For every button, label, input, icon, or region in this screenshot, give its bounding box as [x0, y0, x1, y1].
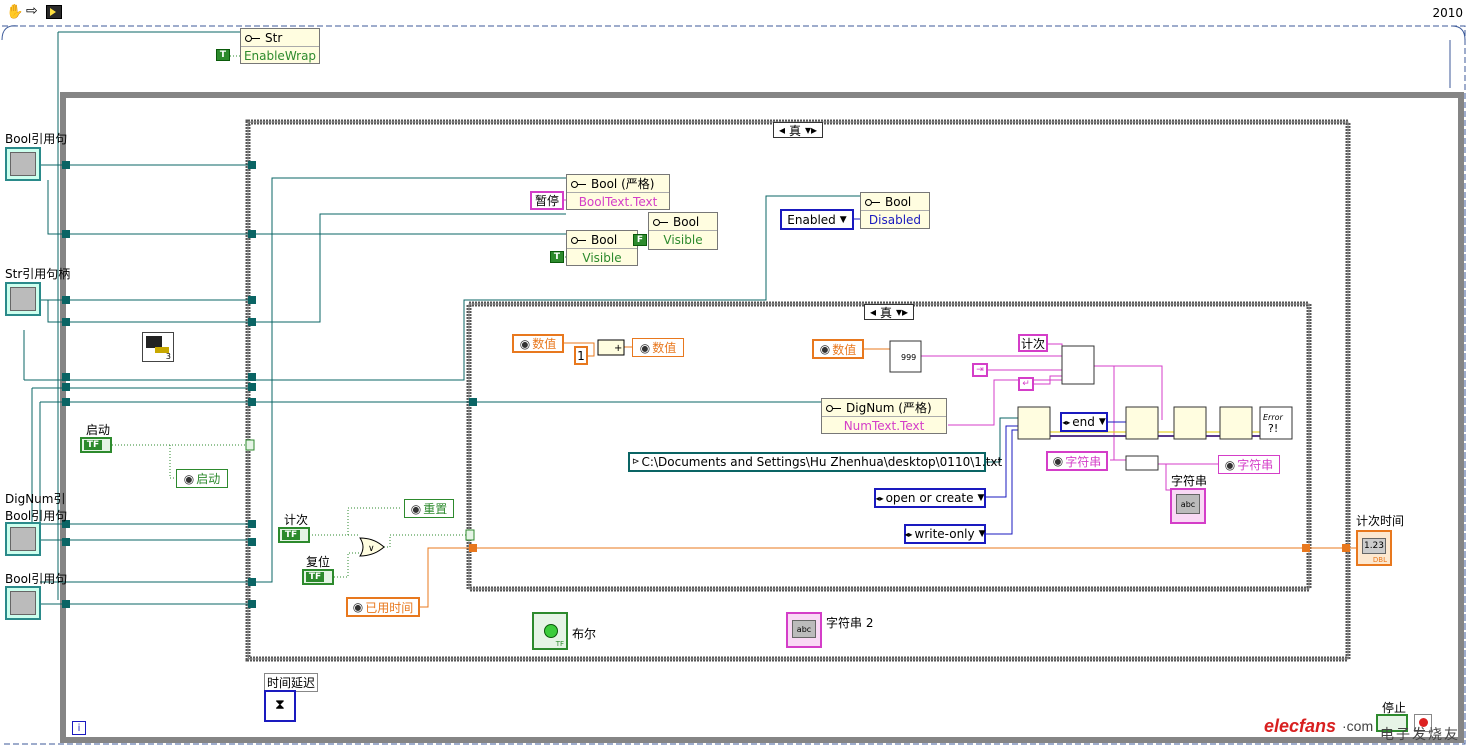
count-string-constant[interactable]: 计次 [1018, 334, 1048, 352]
dropdown-arrow-icon[interactable]: ▼ [979, 529, 986, 539]
key-icon [865, 198, 881, 206]
elapsed-time-local[interactable]: ◉ 已用时间 [346, 597, 420, 617]
abc-icon: abc [796, 624, 812, 634]
left-arrow-icon[interactable]: ◂ [870, 305, 876, 319]
start-terminal[interactable]: TF [80, 437, 112, 453]
count-time-label: 计次时间 [1356, 514, 1405, 528]
true-constant[interactable]: T [216, 49, 230, 61]
value-local-write[interactable]: ◉ 数值 [632, 338, 684, 357]
enabled-enum-constant[interactable]: Enabled ▼ [780, 209, 854, 230]
svg-text:Error: Error [1263, 413, 1284, 422]
bool-ref3-terminal[interactable] [5, 586, 41, 620]
dignum-ref-label: DigNum引 [5, 492, 66, 506]
true-constant-2[interactable]: T [550, 251, 564, 263]
bool-visible-property-node-2[interactable]: Bool Visible [566, 230, 638, 266]
count-terminal[interactable]: TF [278, 527, 310, 543]
value-local-read[interactable]: ◉ 数值 [512, 334, 564, 353]
svg-text:?!: ?! [1268, 422, 1278, 435]
bool-ref1-terminal[interactable] [5, 147, 41, 181]
subvi-icon[interactable]: 3 [142, 332, 174, 362]
str-property-node[interactable]: Str EnableWrap [240, 28, 320, 64]
globe-icon: ◉ [639, 340, 651, 355]
count-time-indicator[interactable]: 1.23 DBL [1356, 530, 1392, 566]
hourglass-icon: ⧗ [275, 697, 285, 713]
bool-ref2-terminal[interactable] [5, 522, 41, 556]
eol-constant[interactable]: ↵ [1018, 377, 1034, 391]
bool-ref1-label: Bool引用句 [5, 132, 68, 146]
bool-indicator[interactable]: TF [532, 612, 568, 650]
open-mode-enum[interactable]: ◂▸ open or create ▼ [874, 488, 986, 508]
time-delay-node[interactable]: ⧗ [264, 690, 296, 722]
dropdown-arrow-icon[interactable]: ▾▸ [805, 123, 817, 137]
string2-label: 字符串 2 [826, 616, 874, 630]
string-local-write[interactable]: ◉ 字符串 [1218, 455, 1280, 474]
inner-case-selector[interactable]: ◂ 真 ▾▸ [864, 304, 914, 320]
path-icon: ⊳ [632, 457, 640, 467]
globe-icon: ◉ [352, 600, 364, 614]
str-ref-label: Str引用句柄 [5, 267, 71, 281]
key-icon [826, 404, 842, 412]
bool-visible-property-node[interactable]: Bool Visible [648, 212, 718, 250]
globe-icon: ◉ [1052, 454, 1064, 468]
numeric-icon: 1.23 [1363, 541, 1385, 551]
globe-icon: ◉ [819, 342, 831, 356]
bool-indicator-label: 布尔 [572, 627, 597, 641]
dropdown-arrow-icon[interactable]: ▼ [1099, 417, 1106, 427]
dropdown-arrow-icon[interactable]: ▾▸ [896, 305, 908, 319]
block-diagram: ∨ + 999 Error ?! [1, 25, 1466, 745]
bool-ref3-label: Bool引用句 [5, 572, 68, 586]
abc-icon: abc [1180, 499, 1196, 509]
string-indicator-label: 字符串 [1171, 474, 1208, 488]
one-numeric-constant[interactable]: 1 [574, 346, 588, 365]
key-icon [571, 236, 587, 244]
dropdown-arrow-icon[interactable]: ▼ [978, 493, 985, 503]
globe-icon: ◉ [183, 471, 195, 486]
key-icon [653, 218, 669, 226]
globe-icon: ◉ [410, 501, 422, 516]
string2-indicator[interactable]: abc [786, 612, 822, 648]
end-enum-constant[interactable]: ◂▸ end ▼ [1060, 412, 1108, 432]
svg-text:+: + [614, 343, 622, 354]
bool-disabled-property-node[interactable]: Bool Disabled [860, 192, 930, 229]
start-local[interactable]: ◉ 启动 [176, 469, 228, 488]
access-enum[interactable]: ◂▸ write-only ▼ [904, 524, 986, 544]
dignum-strict-property-node[interactable]: DigNum (严格) NumText.Text [821, 398, 947, 434]
enum-icon: ◂▸ [904, 529, 913, 539]
svg-text:999: 999 [901, 353, 916, 362]
str-ref-terminal[interactable] [5, 282, 41, 316]
value-local-read-2[interactable]: ◉ 数值 [812, 339, 864, 359]
reset-label: 复位 [306, 555, 331, 569]
globe-icon: ◉ [519, 336, 531, 351]
false-constant[interactable]: F [633, 234, 647, 246]
tab-constant[interactable]: ⇥ [972, 363, 988, 377]
dropdown-arrow-icon[interactable]: ▼ [840, 215, 847, 225]
key-icon [571, 180, 587, 188]
enum-icon: ◂▸ [1062, 417, 1071, 427]
string-local-read[interactable]: ◉ 字符串 [1046, 451, 1108, 471]
start-label: 启动 [86, 423, 111, 437]
pause-string-constant[interactable]: 暂停 [530, 191, 564, 210]
tab-icon: ⇥ [976, 365, 984, 375]
file-path-constant[interactable]: ⊳ C:\Documents and Settings\Hu Zhenhua\de… [628, 452, 1002, 472]
iteration-terminal: i [72, 721, 86, 735]
bool-strict-property-node[interactable]: Bool (严格) BoolText.Text [566, 174, 670, 210]
count-label: 计次 [284, 513, 309, 527]
return-icon: ↵ [1022, 379, 1030, 389]
globe-icon: ◉ [1224, 457, 1236, 472]
reset-local[interactable]: ◉ 重置 [404, 499, 454, 518]
left-arrow-icon[interactable]: ◂ [779, 123, 785, 137]
outer-case-selector[interactable]: ◂ 真 ▾▸ [773, 122, 823, 138]
enum-icon: ◂▸ [875, 493, 884, 503]
reset-terminal[interactable]: TF [302, 569, 334, 585]
watermark: elecfans ·com 电子发烧友 [1264, 716, 1460, 742]
svg-text:∨: ∨ [368, 544, 375, 554]
key-icon [245, 34, 261, 42]
string-indicator[interactable]: abc [1170, 488, 1206, 524]
